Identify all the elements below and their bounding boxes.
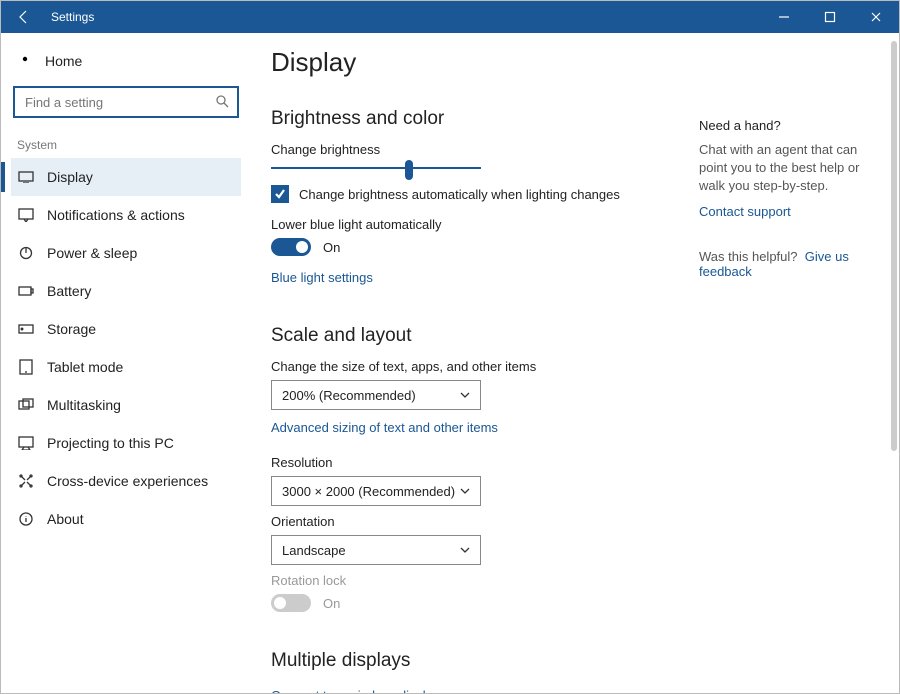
- help-aside: Need a hand? Chat with an agent that can…: [699, 96, 879, 693]
- advanced-sizing-link[interactable]: Advanced sizing of text and other items: [271, 420, 498, 435]
- chevron-down-icon: [460, 390, 470, 400]
- section-scale: Scale and layout: [271, 325, 659, 347]
- orientation-dropdown[interactable]: Landscape: [271, 535, 481, 565]
- resolution-dropdown[interactable]: 3000 × 2000 (Recommended): [271, 476, 481, 506]
- sidebar-item-about[interactable]: About: [11, 500, 241, 538]
- sidebar-item-cross-device[interactable]: Cross-device experiences: [11, 462, 241, 500]
- scrollbar-thumb[interactable]: [891, 41, 897, 451]
- sidebar-item-label: Multitasking: [47, 397, 121, 413]
- sidebar-item-label: Tablet mode: [47, 359, 123, 375]
- aside-text: Chat with an agent that can point you to…: [699, 141, 879, 196]
- bluelight-toggle[interactable]: [271, 238, 311, 256]
- sidebar-item-notifications[interactable]: Notifications & actions: [11, 196, 241, 234]
- cross-device-icon: [17, 472, 35, 490]
- scrollbar[interactable]: [891, 41, 897, 685]
- sidebar-item-label: Power & sleep: [47, 245, 137, 261]
- aside-heading: Need a hand?: [699, 118, 879, 133]
- sidebar-item-label: Projecting to this PC: [47, 435, 174, 451]
- multitasking-icon: [17, 396, 35, 414]
- content-area: Display Brightness and color Change brig…: [251, 33, 899, 693]
- resolution-label: Resolution: [271, 455, 659, 470]
- rotation-lock-state: On: [323, 596, 340, 611]
- orientation-value: Landscape: [282, 543, 346, 558]
- section-multiple-displays: Multiple displays: [271, 650, 659, 672]
- search-input[interactable]: [23, 94, 215, 111]
- sidebar-item-power-sleep[interactable]: Power & sleep: [11, 234, 241, 272]
- home-label: Home: [45, 53, 82, 69]
- contact-support-link[interactable]: Contact support: [699, 204, 879, 219]
- auto-brightness-checkbox[interactable]: [271, 185, 289, 203]
- tablet-icon: [17, 358, 35, 376]
- maximize-button[interactable]: [807, 1, 853, 33]
- section-brightness: Brightness and color: [271, 108, 659, 130]
- back-button[interactable]: [1, 1, 47, 33]
- sidebar-item-label: Storage: [47, 321, 96, 337]
- sidebar-item-multitasking[interactable]: Multitasking: [11, 386, 241, 424]
- sidebar-item-battery[interactable]: Battery: [11, 272, 241, 310]
- sidebar-item-projecting[interactable]: Projecting to this PC: [11, 424, 241, 462]
- sidebar-item-label: Notifications & actions: [47, 207, 185, 223]
- sidebar-item-label: About: [47, 511, 84, 527]
- connect-wireless-link[interactable]: Connect to a wireless display: [271, 688, 439, 693]
- brightness-slider[interactable]: [271, 167, 481, 169]
- storage-icon: [17, 320, 35, 338]
- notifications-icon: [17, 206, 35, 224]
- power-icon: [17, 244, 35, 262]
- close-button[interactable]: [853, 1, 899, 33]
- chevron-down-icon: [460, 545, 470, 555]
- bluelight-state: On: [323, 240, 340, 255]
- sidebar-item-label: Display: [47, 169, 93, 185]
- sidebar-item-storage[interactable]: Storage: [11, 310, 241, 348]
- settings-window: Settings Home System: [0, 0, 900, 694]
- info-icon: [17, 510, 35, 528]
- sidebar-item-tablet-mode[interactable]: Tablet mode: [11, 348, 241, 386]
- gear-icon: [17, 51, 33, 70]
- window-title: Settings: [47, 10, 94, 24]
- sidebar-item-label: Cross-device experiences: [47, 473, 208, 489]
- projecting-icon: [17, 434, 35, 452]
- sidebar-item-label: Battery: [47, 283, 91, 299]
- battery-icon: [17, 282, 35, 300]
- bluelight-label: Lower blue light automatically: [271, 217, 659, 232]
- bluelight-settings-link[interactable]: Blue light settings: [271, 270, 373, 285]
- text-size-dropdown[interactable]: 200% (Recommended): [271, 380, 481, 410]
- page-title: Display: [271, 47, 879, 78]
- search-box[interactable]: [13, 86, 239, 118]
- section-label: System: [11, 128, 241, 158]
- home-link[interactable]: Home: [11, 47, 241, 80]
- rotation-lock-toggle: [271, 594, 311, 612]
- sidebar: Home System Display Notifications & acti…: [1, 33, 251, 693]
- change-brightness-label: Change brightness: [271, 142, 659, 157]
- search-icon: [215, 94, 229, 111]
- minimize-button[interactable]: [761, 1, 807, 33]
- rotation-lock-label: Rotation lock: [271, 573, 659, 588]
- display-icon: [17, 168, 35, 186]
- orientation-label: Orientation: [271, 514, 659, 529]
- resolution-value: 3000 × 2000 (Recommended): [282, 484, 455, 499]
- helpful-label: Was this helpful?: [699, 249, 798, 264]
- auto-brightness-label: Change brightness automatically when lig…: [299, 187, 620, 202]
- sidebar-item-display[interactable]: Display: [11, 158, 241, 196]
- chevron-down-icon: [460, 486, 470, 496]
- slider-thumb[interactable]: [405, 160, 413, 180]
- text-size-label: Change the size of text, apps, and other…: [271, 359, 659, 374]
- titlebar: Settings: [1, 1, 899, 33]
- text-size-value: 200% (Recommended): [282, 388, 416, 403]
